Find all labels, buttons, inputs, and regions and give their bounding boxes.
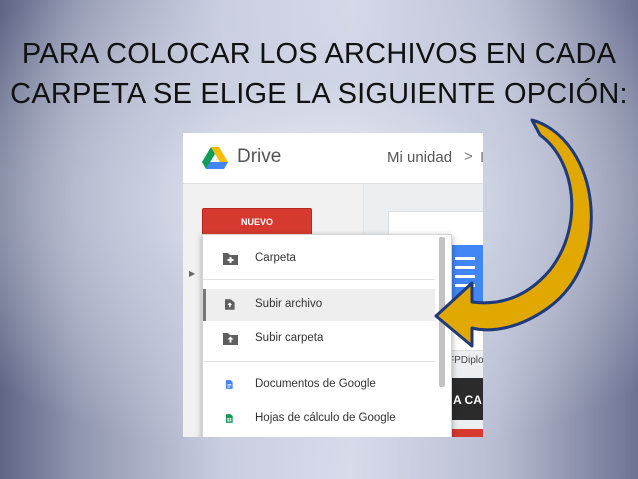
curved-arrow-icon xyxy=(434,118,593,348)
